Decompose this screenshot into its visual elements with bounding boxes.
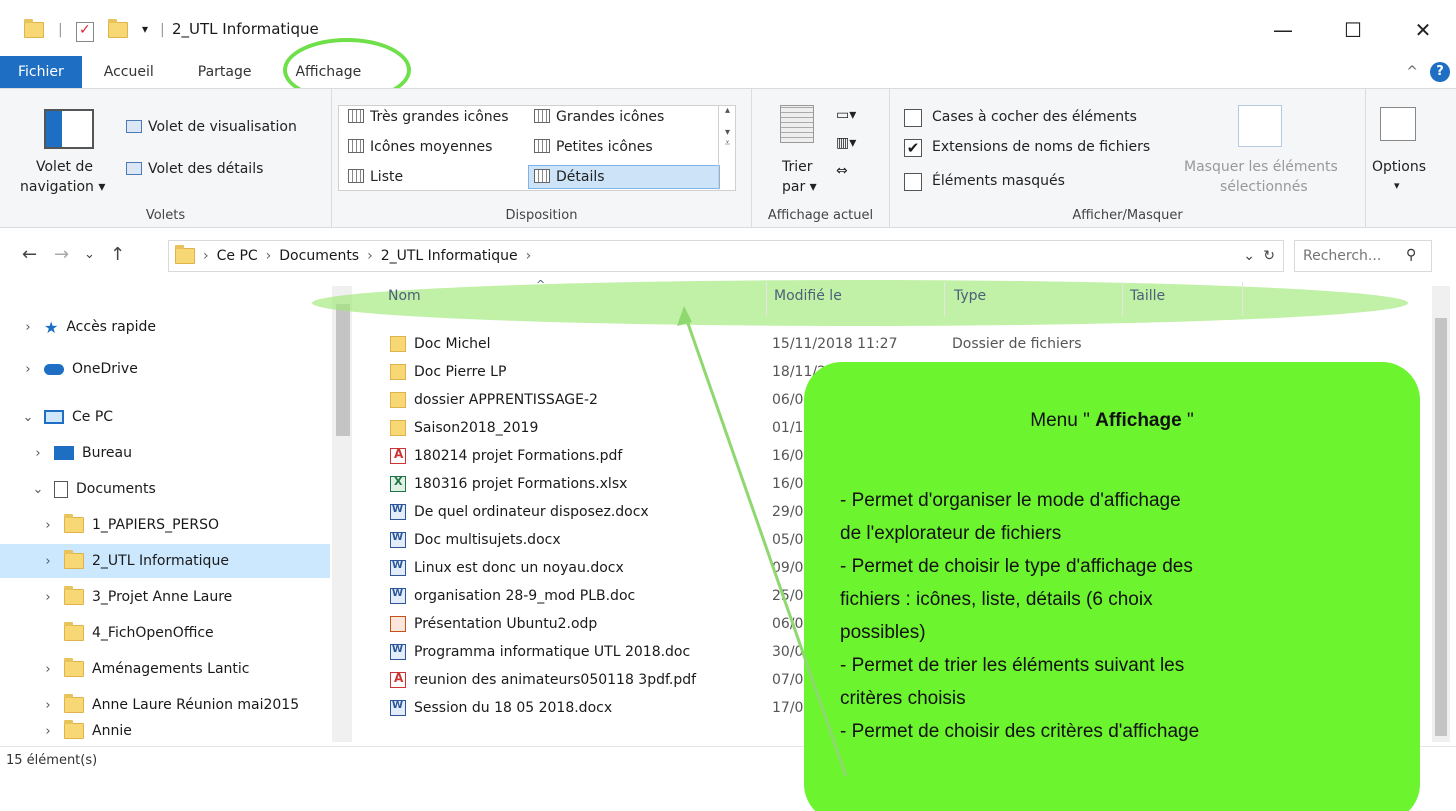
pointer-arrow (677, 306, 848, 777)
